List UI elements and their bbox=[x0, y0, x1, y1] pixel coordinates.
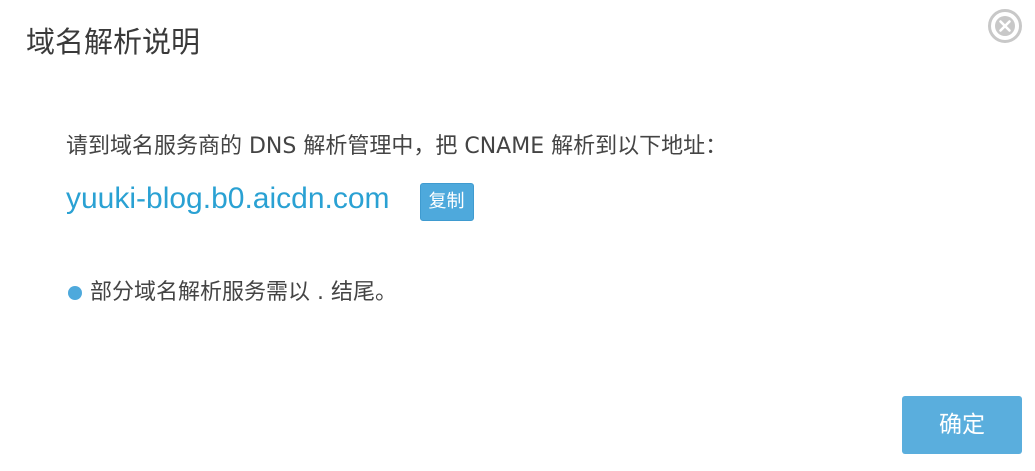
cname-row: yuuki-blog.b0.aicdn.com 复制 bbox=[66, 176, 474, 222]
cname-instruction-text: 请到域名服务商的 DNS 解析管理中，把 CNAME 解析到以下地址： bbox=[66, 134, 728, 159]
dns-instructions-dialog: 域名解析说明 请到域名服务商的 DNS 解析管理中，把 CNAME 解析到以下地… bbox=[0, 0, 1035, 471]
cname-address[interactable]: yuuki-blog.b0.aicdn.com bbox=[66, 179, 390, 219]
close-circle-icon bbox=[987, 8, 1023, 44]
dialog-title: 域名解析说明 bbox=[26, 25, 201, 59]
confirm-button[interactable]: 确定 bbox=[902, 396, 1022, 454]
note-text: 部分域名解析服务需以 . 结尾。 bbox=[90, 280, 397, 305]
copy-button[interactable]: 复制 bbox=[419, 183, 474, 221]
bullet-dot-icon bbox=[68, 286, 82, 300]
close-button[interactable] bbox=[987, 8, 1023, 44]
note-row: 部分域名解析服务需以 . 结尾。 bbox=[68, 276, 397, 310]
